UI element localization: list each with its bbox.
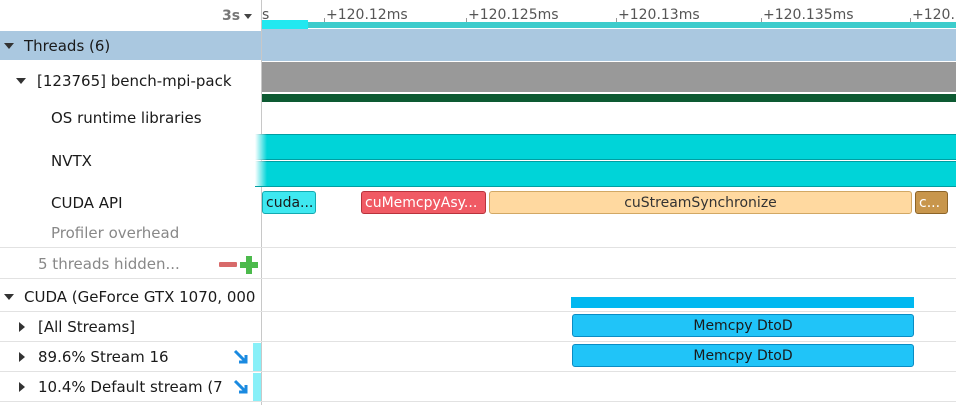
expand-arrow-icon[interactable] bbox=[19, 382, 25, 392]
stream-synchronize-bar[interactable]: cuStreamSynchronize bbox=[489, 191, 912, 214]
stream-indicator bbox=[253, 373, 261, 401]
all-streams-row[interactable]: [All Streams] bbox=[0, 313, 261, 341]
row-divider bbox=[0, 311, 956, 312]
nvtx-row[interactable]: NVTX bbox=[0, 147, 261, 175]
dropdown-arrow-icon bbox=[244, 13, 253, 19]
stream-synchronize-label: cuStreamSynchronize bbox=[624, 194, 777, 211]
jump-to-icon[interactable] bbox=[231, 347, 251, 367]
add-icon[interactable] bbox=[240, 256, 258, 274]
memcpy-dtod-label: Memcpy DtoD bbox=[693, 317, 793, 334]
profiler-overhead-row[interactable]: Profiler overhead bbox=[0, 219, 261, 247]
cuda-api-call-bar[interactable]: cuda... bbox=[262, 191, 316, 214]
process-row[interactable]: [123765] bench-mpi-pack bbox=[0, 67, 261, 95]
jump-to-icon[interactable] bbox=[231, 377, 251, 397]
cuda-device-label: CUDA (GeForce GTX 1070, 000 bbox=[24, 288, 256, 306]
nvtx-range-bar[interactable] bbox=[255, 134, 956, 160]
tree-panel: 3s Threads (6) [123765] bench-mpi-pack O… bbox=[0, 0, 262, 405]
expand-arrow-icon[interactable] bbox=[19, 352, 25, 362]
tick-label: +120.125ms bbox=[468, 7, 559, 23]
default-stream-row[interactable]: 10.4% Default stream (7 bbox=[0, 373, 261, 401]
memcpy-async-bar[interactable]: cuMemcpyAsy... bbox=[361, 191, 486, 214]
timescale-label: 3s bbox=[222, 8, 241, 24]
threads-label: Threads (6) bbox=[24, 36, 111, 55]
small-call-label: c... bbox=[919, 194, 941, 211]
row-divider bbox=[0, 247, 956, 248]
cuda-api-label: CUDA API bbox=[51, 194, 123, 212]
threads-group-row[interactable]: Threads (6) bbox=[0, 31, 261, 60]
expand-arrow-icon[interactable] bbox=[19, 322, 25, 332]
row-divider bbox=[0, 341, 956, 342]
row-divider bbox=[0, 401, 956, 402]
small-call-bar[interactable]: c... bbox=[915, 191, 948, 214]
tick-label: +120.135ms bbox=[763, 7, 854, 23]
nvtx-range-bar[interactable] bbox=[255, 161, 956, 187]
cuda-device-row[interactable]: CUDA (GeForce GTX 1070, 000 bbox=[0, 283, 261, 311]
hidden-threads-label: 5 threads hidden... bbox=[38, 255, 180, 273]
row-divider bbox=[0, 371, 956, 372]
stream16-row[interactable]: 89.6% Stream 16 bbox=[0, 343, 261, 371]
profiler-overhead-label: Profiler overhead bbox=[51, 224, 180, 242]
process-label: [123765] bench-mpi-pack bbox=[37, 72, 232, 90]
all-streams-memcpy-bar[interactable]: Memcpy DtoD bbox=[572, 314, 914, 337]
row-divider bbox=[0, 278, 956, 279]
timescale-selector[interactable]: 3s bbox=[222, 8, 253, 24]
cuda-api-row[interactable]: CUDA API bbox=[0, 189, 261, 217]
default-stream-label: 10.4% Default stream (7 bbox=[38, 378, 223, 396]
nvtx-label: NVTX bbox=[51, 152, 92, 170]
activity-strip bbox=[262, 22, 956, 28]
collapse-arrow-icon[interactable] bbox=[16, 78, 26, 84]
stream-indicator bbox=[253, 343, 261, 371]
memcpy-async-label: cuMemcpyAsy... bbox=[365, 194, 478, 211]
all-streams-label: [All Streams] bbox=[38, 318, 136, 336]
tick-label: +120.13ms bbox=[618, 7, 700, 23]
os-runtime-label: OS runtime libraries bbox=[51, 109, 202, 127]
cuda-call-label: cuda... bbox=[266, 194, 314, 211]
tick-label: +120.12ms bbox=[326, 7, 408, 23]
nvtx-fade bbox=[255, 134, 267, 186]
memcpy-dtod-label: Memcpy DtoD bbox=[693, 347, 793, 364]
cuda-device-activity-bar bbox=[571, 297, 914, 308]
collapse-arrow-icon[interactable] bbox=[4, 42, 14, 49]
stream16-memcpy-bar[interactable]: Memcpy DtoD bbox=[572, 344, 914, 367]
collapse-arrow-icon[interactable] bbox=[4, 294, 14, 300]
remove-icon[interactable] bbox=[219, 262, 237, 267]
process-green-bar bbox=[262, 94, 956, 102]
os-runtime-row[interactable]: OS runtime libraries bbox=[0, 104, 261, 132]
activity-strip-highlight bbox=[262, 20, 308, 29]
stream16-label: 89.6% Stream 16 bbox=[38, 348, 169, 366]
threads-timeline-band bbox=[262, 29, 956, 61]
process-activity-bar bbox=[262, 62, 956, 92]
tick-label: +120. bbox=[912, 7, 955, 23]
